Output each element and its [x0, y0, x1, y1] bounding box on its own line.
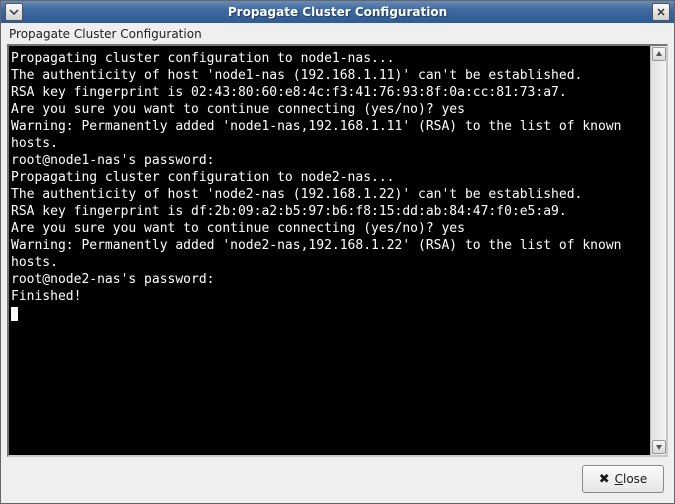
triangle-up-icon [655, 50, 663, 58]
dialog-content: Propagate Cluster Configuration Propagat… [1, 23, 674, 503]
window-close-button[interactable] [652, 3, 670, 21]
terminal-frame: Propagating cluster configuration to nod… [7, 44, 668, 457]
terminal-cursor [11, 307, 18, 321]
chevron-down-icon [9, 7, 19, 17]
window-menu-button[interactable] [5, 3, 23, 21]
close-icon [656, 7, 666, 17]
scrollbar[interactable] [650, 46, 666, 455]
titlebar[interactable]: Propagate Cluster Configuration [1, 1, 674, 23]
triangle-down-icon [655, 443, 663, 451]
frame-label: Propagate Cluster Configuration [3, 25, 672, 44]
terminal-output[interactable]: Propagating cluster configuration to nod… [9, 46, 650, 455]
scroll-up-button[interactable] [652, 47, 666, 61]
button-row: ✖ Close [3, 461, 672, 501]
close-button[interactable]: ✖ Close [582, 465, 664, 493]
window-title: Propagate Cluster Configuration [1, 5, 674, 19]
scroll-down-button[interactable] [652, 440, 666, 454]
close-button-label: Close [615, 472, 648, 486]
dialog-window: Propagate Cluster Configuration Propagat… [0, 0, 675, 504]
close-icon-glyph: ✖ [599, 472, 610, 487]
